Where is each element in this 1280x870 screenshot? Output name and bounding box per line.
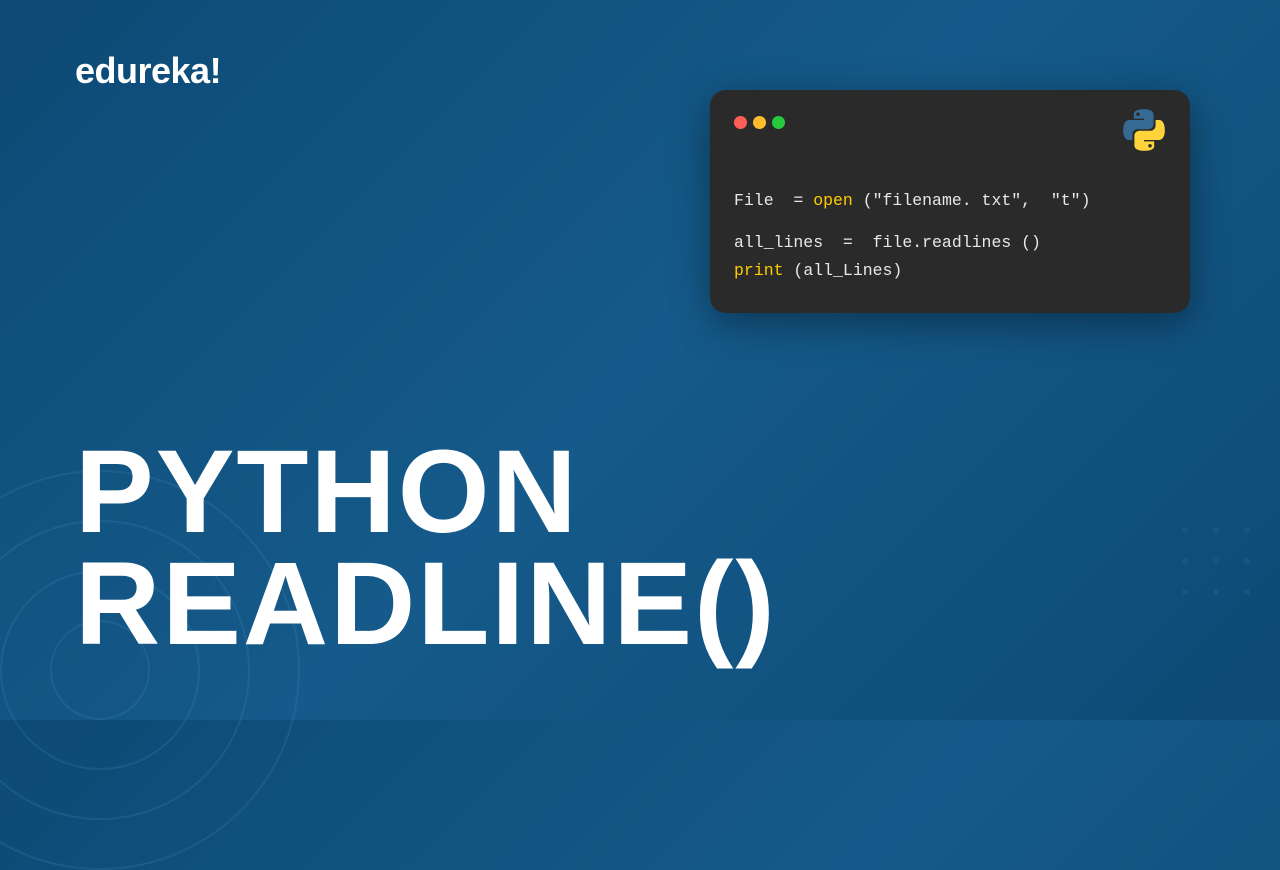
main-title: PYTHON READLINE() (75, 436, 777, 660)
code-text: (all_Lines) (784, 261, 903, 280)
code-keyword-print: print (734, 261, 784, 280)
title-line-2: READLINE() (75, 548, 777, 660)
code-line-3: print (all_Lines) (734, 257, 1166, 285)
code-keyword-open: open (813, 191, 853, 210)
close-icon (734, 116, 747, 129)
window-controls (734, 116, 785, 129)
code-text: File = (734, 191, 813, 210)
decorative-dots (1182, 527, 1250, 620)
code-text: ("filename. txt", "t") (853, 191, 1091, 210)
code-snippet-card: File = open ("filename. txt", "t") all_l… (710, 90, 1190, 313)
edureka-logo: edureka! (75, 50, 221, 92)
card-header (734, 108, 1166, 152)
python-logo-icon (1122, 108, 1166, 152)
code-line-2: all_lines = file.readlines () (734, 229, 1166, 257)
minimize-icon (753, 116, 766, 129)
maximize-icon (772, 116, 785, 129)
code-content: File = open ("filename. txt", "t") all_l… (734, 187, 1166, 285)
code-line-1: File = open ("filename. txt", "t") (734, 187, 1166, 215)
title-line-1: PYTHON (75, 436, 777, 548)
